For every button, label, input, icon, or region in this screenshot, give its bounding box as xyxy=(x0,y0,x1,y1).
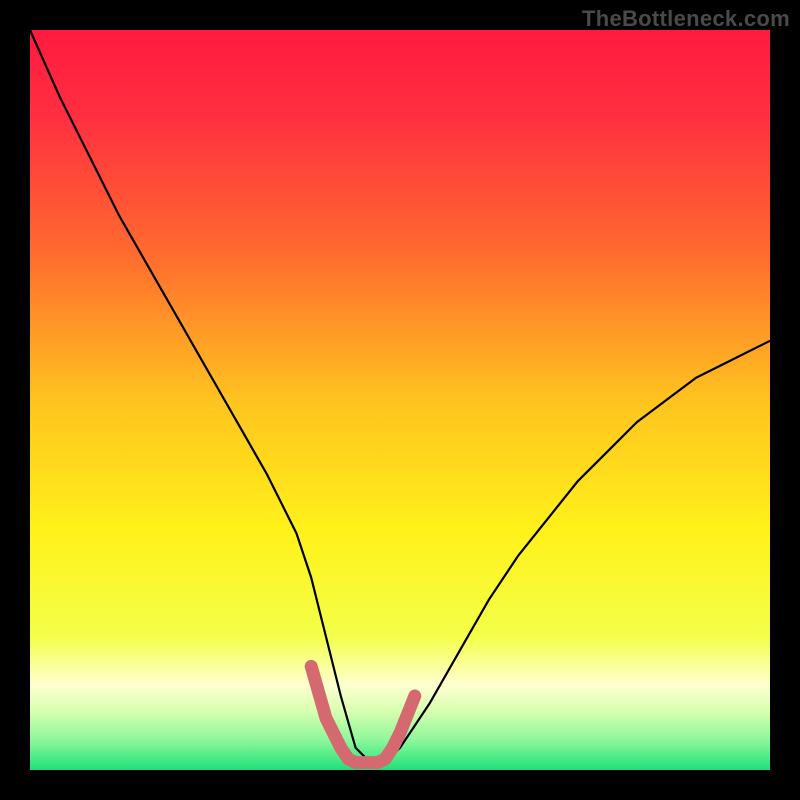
plot-area xyxy=(30,30,770,770)
watermark-text: TheBottleneck.com xyxy=(582,6,790,32)
curves-layer xyxy=(30,30,770,770)
series-valley-highlight xyxy=(311,666,415,762)
series-bottleneck-curve xyxy=(30,30,770,763)
chart-frame: TheBottleneck.com xyxy=(0,0,800,800)
